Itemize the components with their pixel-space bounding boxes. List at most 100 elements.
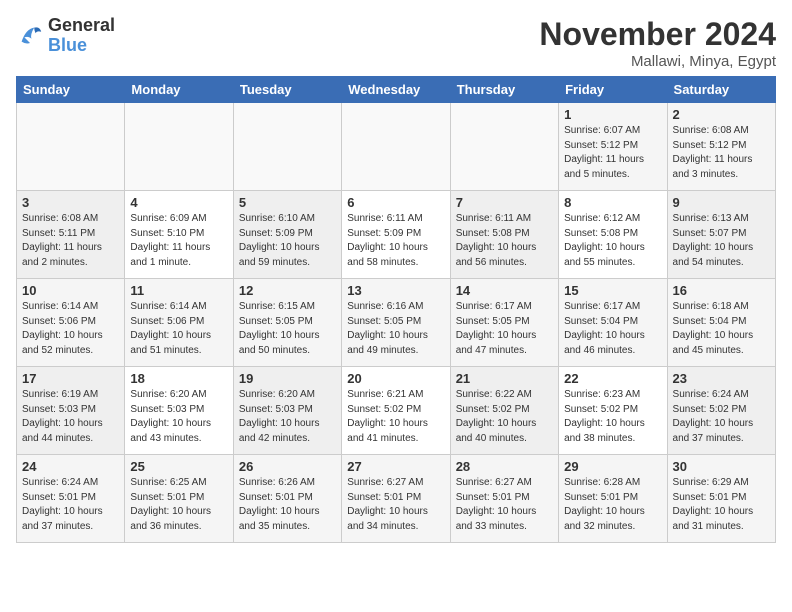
day-cell: 5 Sunrise: 6:10 AMSunset: 5:09 PMDaylight… xyxy=(233,191,341,279)
day-number: 25 xyxy=(130,459,227,474)
logo-bird-icon xyxy=(16,22,44,50)
day-cell: 18Sunrise: 6:20 AMSunset: 5:03 PMDayligh… xyxy=(125,367,233,455)
day-cell: 26Sunrise: 6:26 AMSunset: 5:01 PMDayligh… xyxy=(233,455,341,543)
day-number: 13 xyxy=(347,283,444,298)
header-day-saturday: Saturday xyxy=(667,77,775,103)
day-cell: 23 Sunrise: 6:24 AMSunset: 5:02 PMDayligh… xyxy=(667,367,775,455)
day-cell: 19 Sunrise: 6:20 AMSunset: 5:03 PMDayligh… xyxy=(233,367,341,455)
day-number: 24 xyxy=(22,459,119,474)
day-number: 22 xyxy=(564,371,661,386)
day-cell: 28 Sunrise: 6:27 AMSunset: 5:01 PMDayligh… xyxy=(450,455,558,543)
day-cell: 10 Sunrise: 6:14 AMSunset: 5:06 PMDayligh… xyxy=(17,279,125,367)
logo: General Blue xyxy=(16,16,115,56)
day-info: Sunrise: 6:20 AMSunset: 5:03 PMDaylight:… xyxy=(130,388,227,446)
day-info: Sunrise: 6:12 AMSunset: 5:08 PMDaylight:… xyxy=(564,212,661,270)
day-cell xyxy=(233,103,341,191)
day-info: Sunrise: 6:24 AMSunset: 5:02 PMDaylight:… xyxy=(673,388,770,446)
week-row-2: 3Sunrise: 6:08 AMSunset: 5:11 PMDaylight… xyxy=(17,191,776,279)
day-cell: 12Sunrise: 6:15 AMSunset: 5:05 PMDayligh… xyxy=(233,279,341,367)
day-info: Sunrise: 6:07 AMSunset: 5:12 PMDaylight:… xyxy=(564,124,661,182)
day-info: Sunrise: 6:11 AMSunset: 5:08 PMDaylight:… xyxy=(456,212,553,270)
day-number: 11 xyxy=(130,283,227,298)
day-cell: 20 Sunrise: 6:21 AMSunset: 5:02 PMDayligh… xyxy=(342,367,450,455)
day-cell: 1 Sunrise: 6:07 AMSunset: 5:12 PMDaylight… xyxy=(559,103,667,191)
day-number: 10 xyxy=(22,283,119,298)
day-number: 30 xyxy=(673,459,770,474)
calendar-body: 1 Sunrise: 6:07 AMSunset: 5:12 PMDaylight… xyxy=(17,103,776,543)
day-cell xyxy=(450,103,558,191)
day-number: 20 xyxy=(347,371,444,386)
header-day-tuesday: Tuesday xyxy=(233,77,341,103)
day-info: Sunrise: 6:27 AMSunset: 5:01 PMDaylight:… xyxy=(347,476,444,534)
header-day-thursday: Thursday xyxy=(450,77,558,103)
day-info: Sunrise: 6:14 AMSunset: 5:06 PMDaylight:… xyxy=(130,300,227,358)
day-number: 6 xyxy=(347,195,444,210)
week-row-4: 17 Sunrise: 6:19 AMSunset: 5:03 PMDayligh… xyxy=(17,367,776,455)
day-number: 19 xyxy=(239,371,336,386)
day-info: Sunrise: 6:17 AMSunset: 5:04 PMDaylight:… xyxy=(564,300,661,358)
day-number: 14 xyxy=(456,283,553,298)
header-day-wednesday: Wednesday xyxy=(342,77,450,103)
day-info: Sunrise: 6:08 AMSunset: 5:12 PMDaylight:… xyxy=(673,124,770,182)
day-info: Sunrise: 6:26 AMSunset: 5:01 PMDaylight:… xyxy=(239,476,336,534)
header-day-friday: Friday xyxy=(559,77,667,103)
title-area: November 2024 Mallawi, Minya, Egypt xyxy=(539,16,776,70)
day-number: 29 xyxy=(564,459,661,474)
day-info: Sunrise: 6:27 AMSunset: 5:01 PMDaylight:… xyxy=(456,476,553,534)
day-cell: 25Sunrise: 6:25 AMSunset: 5:01 PMDayligh… xyxy=(125,455,233,543)
day-cell: 30 Sunrise: 6:29 AMSunset: 5:01 PMDayligh… xyxy=(667,455,775,543)
day-number: 17 xyxy=(22,371,119,386)
day-cell: 16 Sunrise: 6:18 AMSunset: 5:04 PMDayligh… xyxy=(667,279,775,367)
day-info: Sunrise: 6:18 AMSunset: 5:04 PMDaylight:… xyxy=(673,300,770,358)
day-cell xyxy=(17,103,125,191)
day-number: 9 xyxy=(673,195,770,210)
day-number: 16 xyxy=(673,283,770,298)
day-cell: 15 Sunrise: 6:17 AMSunset: 5:04 PMDayligh… xyxy=(559,279,667,367)
day-number: 1 xyxy=(564,107,661,122)
day-info: Sunrise: 6:23 AMSunset: 5:02 PMDaylight:… xyxy=(564,388,661,446)
header: General Blue November 2024 Mallawi, Miny… xyxy=(16,16,776,70)
day-cell: 3Sunrise: 6:08 AMSunset: 5:11 PMDaylight… xyxy=(17,191,125,279)
day-cell: 4 Sunrise: 6:09 AMSunset: 5:10 PMDaylight… xyxy=(125,191,233,279)
day-number: 5 xyxy=(239,195,336,210)
day-cell: 14Sunrise: 6:17 AMSunset: 5:05 PMDayligh… xyxy=(450,279,558,367)
day-cell: 7 Sunrise: 6:11 AMSunset: 5:08 PMDaylight… xyxy=(450,191,558,279)
header-day-sunday: Sunday xyxy=(17,77,125,103)
day-number: 28 xyxy=(456,459,553,474)
day-info: Sunrise: 6:20 AMSunset: 5:03 PMDaylight:… xyxy=(239,388,336,446)
day-info: Sunrise: 6:24 AMSunset: 5:01 PMDaylight:… xyxy=(22,476,119,534)
calendar-subtitle: Mallawi, Minya, Egypt xyxy=(539,53,776,70)
day-cell: 6 Sunrise: 6:11 AMSunset: 5:09 PMDaylight… xyxy=(342,191,450,279)
day-info: Sunrise: 6:10 AMSunset: 5:09 PMDaylight:… xyxy=(239,212,336,270)
day-number: 7 xyxy=(456,195,553,210)
day-info: Sunrise: 6:29 AMSunset: 5:01 PMDaylight:… xyxy=(673,476,770,534)
day-cell: 17 Sunrise: 6:19 AMSunset: 5:03 PMDayligh… xyxy=(17,367,125,455)
day-info: Sunrise: 6:14 AMSunset: 5:06 PMDaylight:… xyxy=(22,300,119,358)
day-cell xyxy=(125,103,233,191)
header-row: SundayMondayTuesdayWednesdayThursdayFrid… xyxy=(17,77,776,103)
day-info: Sunrise: 6:19 AMSunset: 5:03 PMDaylight:… xyxy=(22,388,119,446)
day-number: 4 xyxy=(130,195,227,210)
logo-text-line2: Blue xyxy=(48,36,115,56)
day-info: Sunrise: 6:09 AMSunset: 5:10 PMDaylight:… xyxy=(130,212,227,270)
day-cell xyxy=(342,103,450,191)
day-number: 21 xyxy=(456,371,553,386)
day-number: 27 xyxy=(347,459,444,474)
day-number: 8 xyxy=(564,195,661,210)
day-cell: 13 Sunrise: 6:16 AMSunset: 5:05 PMDayligh… xyxy=(342,279,450,367)
day-info: Sunrise: 6:11 AMSunset: 5:09 PMDaylight:… xyxy=(347,212,444,270)
day-number: 15 xyxy=(564,283,661,298)
day-number: 23 xyxy=(673,371,770,386)
day-cell: 21Sunrise: 6:22 AMSunset: 5:02 PMDayligh… xyxy=(450,367,558,455)
day-info: Sunrise: 6:21 AMSunset: 5:02 PMDaylight:… xyxy=(347,388,444,446)
day-info: Sunrise: 6:16 AMSunset: 5:05 PMDaylight:… xyxy=(347,300,444,358)
calendar-table: SundayMondayTuesdayWednesdayThursdayFrid… xyxy=(16,76,776,543)
day-cell: 29Sunrise: 6:28 AMSunset: 5:01 PMDayligh… xyxy=(559,455,667,543)
header-day-monday: Monday xyxy=(125,77,233,103)
day-cell: 2Sunrise: 6:08 AMSunset: 5:12 PMDaylight… xyxy=(667,103,775,191)
week-row-3: 10 Sunrise: 6:14 AMSunset: 5:06 PMDayligh… xyxy=(17,279,776,367)
week-row-1: 1 Sunrise: 6:07 AMSunset: 5:12 PMDaylight… xyxy=(17,103,776,191)
day-number: 12 xyxy=(239,283,336,298)
week-row-5: 24 Sunrise: 6:24 AMSunset: 5:01 PMDayligh… xyxy=(17,455,776,543)
calendar-header: SundayMondayTuesdayWednesdayThursdayFrid… xyxy=(17,77,776,103)
